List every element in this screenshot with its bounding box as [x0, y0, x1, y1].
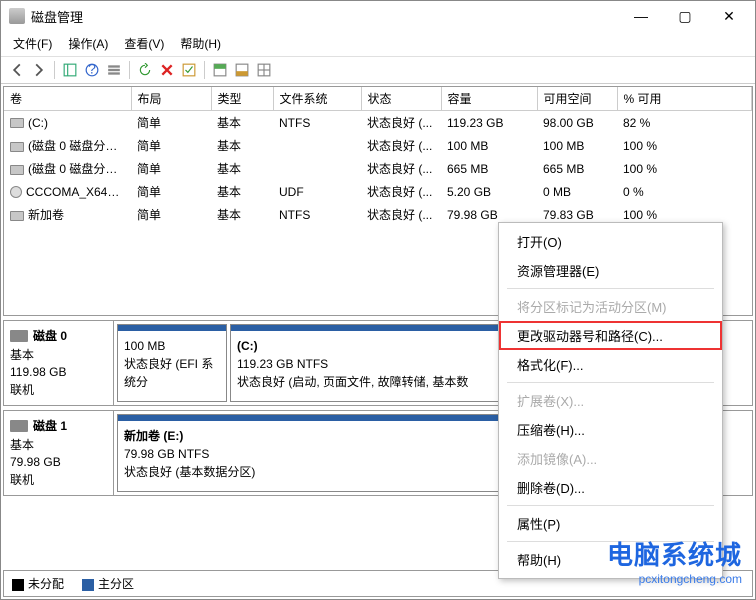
- col-type[interactable]: 类型: [211, 87, 273, 111]
- disk-type: 基本: [10, 346, 107, 363]
- maximize-button[interactable]: ▢: [663, 2, 707, 30]
- disk-state: 联机: [10, 471, 107, 488]
- toolbar: ?: [1, 57, 755, 84]
- menu-help[interactable]: 帮助(H): [174, 33, 231, 54]
- col-fs[interactable]: 文件系统: [273, 87, 361, 111]
- ctx-properties[interactable]: 属性(P): [499, 509, 722, 538]
- ctx-shrink[interactable]: 压缩卷(H)...: [499, 415, 722, 444]
- ctx-change-drive-letter[interactable]: 更改驱动器号和路径(C)...: [499, 321, 722, 350]
- refresh-icon[interactable]: [135, 60, 155, 80]
- app-icon: [9, 8, 25, 24]
- table-row[interactable]: CCCOMA_X64FR...简单基本UDF状态良好 (...5.20 GB0 …: [4, 180, 752, 203]
- volume-icon: [10, 186, 22, 198]
- back-icon[interactable]: [7, 60, 27, 80]
- ctx-add-mirror: 添加镜像(A)...: [499, 444, 722, 473]
- menubar: 文件(F) 操作(A) 查看(V) 帮助(H): [1, 31, 755, 57]
- ctx-explorer[interactable]: 资源管理器(E): [499, 256, 722, 285]
- ctx-format[interactable]: 格式化(F)...: [499, 350, 722, 379]
- ctx-help[interactable]: 帮助(H): [499, 545, 722, 574]
- ctx-delete-volume[interactable]: 删除卷(D)...: [499, 473, 722, 502]
- disk-icon: [10, 420, 28, 432]
- panel-icon[interactable]: [60, 60, 80, 80]
- disk-icon: [10, 330, 28, 342]
- close-button[interactable]: ✕: [707, 2, 751, 30]
- volume-icon: [10, 165, 24, 175]
- col-volume[interactable]: 卷: [4, 87, 131, 111]
- volume-icon: [10, 142, 24, 152]
- forward-icon[interactable]: [29, 60, 49, 80]
- help-icon[interactable]: ?: [82, 60, 102, 80]
- table-row[interactable]: (磁盘 0 磁盘分区 1)简单基本状态良好 (...100 MB100 MB10…: [4, 134, 752, 157]
- volume-icon: [10, 118, 24, 128]
- col-pct[interactable]: % 可用: [617, 87, 752, 111]
- titlebar: 磁盘管理 — ▢ ✕: [1, 1, 755, 31]
- col-free[interactable]: 可用空间: [537, 87, 617, 111]
- col-capacity[interactable]: 容量: [441, 87, 537, 111]
- partition[interactable]: 100 MB状态良好 (EFI 系统分: [117, 324, 227, 402]
- menu-action[interactable]: 操作(A): [62, 33, 118, 54]
- disk-type: 基本: [10, 436, 107, 453]
- layout-grid-icon[interactable]: [254, 60, 274, 80]
- layout-top-icon[interactable]: [210, 60, 230, 80]
- table-row[interactable]: (磁盘 0 磁盘分区 4)简单基本状态良好 (...665 MB665 MB10…: [4, 157, 752, 180]
- col-layout[interactable]: 布局: [131, 87, 211, 111]
- list-icon[interactable]: [104, 60, 124, 80]
- menu-file[interactable]: 文件(F): [7, 33, 62, 54]
- ctx-mark-active: 将分区标记为活动分区(M): [499, 292, 722, 321]
- disk-size: 79.98 GB: [10, 455, 107, 469]
- svg-text:?: ?: [88, 63, 96, 77]
- ctx-open[interactable]: 打开(O): [499, 227, 722, 256]
- checklist-icon[interactable]: [179, 60, 199, 80]
- disk-size: 119.98 GB: [10, 365, 107, 379]
- volume-icon: [10, 211, 24, 221]
- layout-bottom-icon[interactable]: [232, 60, 252, 80]
- disk-name: 磁盘 0: [10, 327, 107, 344]
- disk-state: 联机: [10, 381, 107, 398]
- window-title: 磁盘管理: [31, 7, 619, 26]
- table-row[interactable]: (C:)简单基本NTFS状态良好 (...119.23 GB98.00 GB82…: [4, 111, 752, 135]
- delete-icon[interactable]: [157, 60, 177, 80]
- context-menu: 打开(O) 资源管理器(E) 将分区标记为活动分区(M) 更改驱动器号和路径(C…: [498, 222, 723, 579]
- ctx-extend: 扩展卷(X)...: [499, 386, 722, 415]
- disk-name: 磁盘 1: [10, 417, 107, 434]
- legend-unallocated: 未分配: [28, 577, 64, 591]
- menu-view[interactable]: 查看(V): [118, 33, 174, 54]
- legend-primary: 主分区: [98, 577, 134, 591]
- col-status[interactable]: 状态: [361, 87, 441, 111]
- minimize-button[interactable]: —: [619, 2, 663, 30]
